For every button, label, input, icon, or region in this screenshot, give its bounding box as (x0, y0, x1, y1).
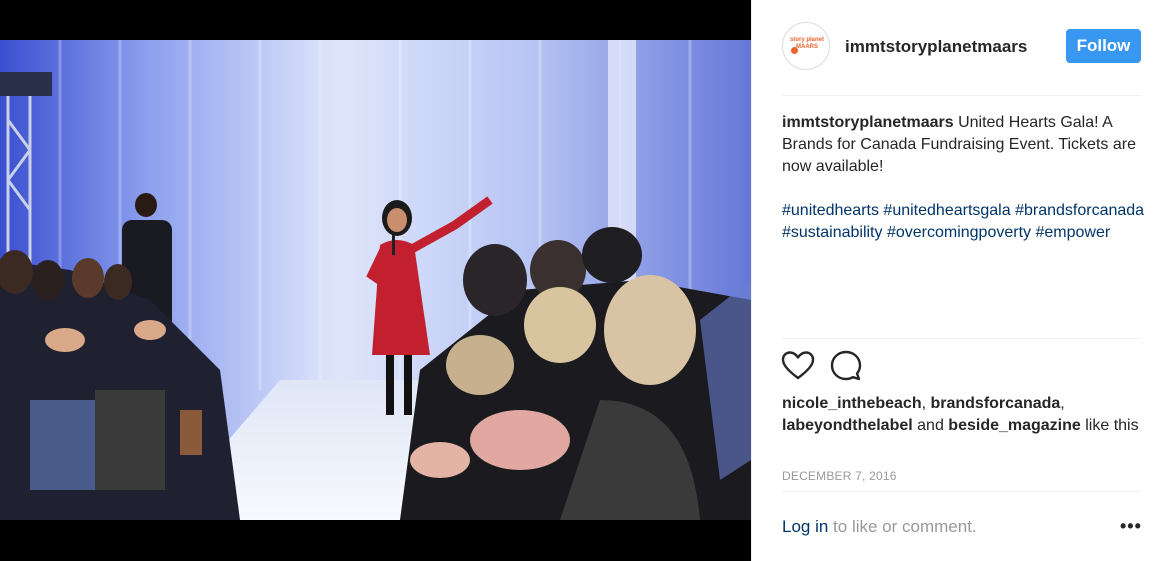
post-media (0, 0, 751, 561)
instagram-post: story planet MAARS immtstoryplanetmaars … (0, 0, 1167, 561)
header-username[interactable]: immtstoryplanetmaars (845, 37, 1027, 57)
caption-username[interactable]: immtstoryplanetmaars (782, 114, 954, 131)
hashtag[interactable]: #empower (1035, 224, 1110, 241)
divider (782, 491, 1141, 492)
hashtag-list: #unitedhearts #unitedheartsgala #brandsf… (782, 200, 1147, 244)
heart-icon[interactable] (780, 348, 816, 384)
hashtag[interactable]: #brandsforcanada (1015, 202, 1144, 219)
liker-username[interactable]: nicole_inthebeach (782, 395, 922, 412)
likes-suffix: like this (1080, 417, 1139, 434)
liker-username[interactable]: labeyondthelabel (782, 417, 913, 434)
liker-username[interactable]: beside_magazine (948, 417, 1081, 434)
likes-and: and (912, 417, 949, 434)
login-link[interactable]: Log in (782, 517, 828, 536)
post-caption: immtstoryplanetmaars United Hearts Gala!… (782, 112, 1147, 244)
divider (782, 338, 1141, 339)
hashtag[interactable]: #sustainability (782, 224, 883, 241)
hashtag[interactable]: #overcomingpoverty (887, 224, 1031, 241)
likes-summary: nicole_inthebeach, brandsforcanada, labe… (782, 393, 1147, 437)
liker-username[interactable]: brandsforcanada (930, 395, 1060, 412)
follow-button[interactable]: Follow (1066, 29, 1141, 63)
login-prompt: Log in to like or comment. (782, 517, 977, 537)
post-photo[interactable] (0, 40, 751, 520)
post-header: story planet MAARS immtstoryplanetmaars … (752, 0, 1167, 95)
more-options-icon[interactable]: ••• (1120, 516, 1142, 537)
post-sidebar: story planet MAARS immtstoryplanetmaars … (751, 0, 1167, 561)
post-date[interactable]: DECEMBER 7, 2016 (782, 469, 897, 483)
likes-separator: , (1060, 395, 1065, 412)
hashtag[interactable]: #unitedheartsgala (883, 202, 1010, 219)
divider (782, 95, 1141, 96)
comment-bubble-icon[interactable] (828, 348, 864, 384)
login-prompt-text: to like or comment. (828, 517, 977, 536)
profile-avatar[interactable]: story planet MAARS (782, 22, 830, 70)
hashtag[interactable]: #unitedhearts (782, 202, 879, 219)
avatar-logo-dot (791, 47, 798, 54)
